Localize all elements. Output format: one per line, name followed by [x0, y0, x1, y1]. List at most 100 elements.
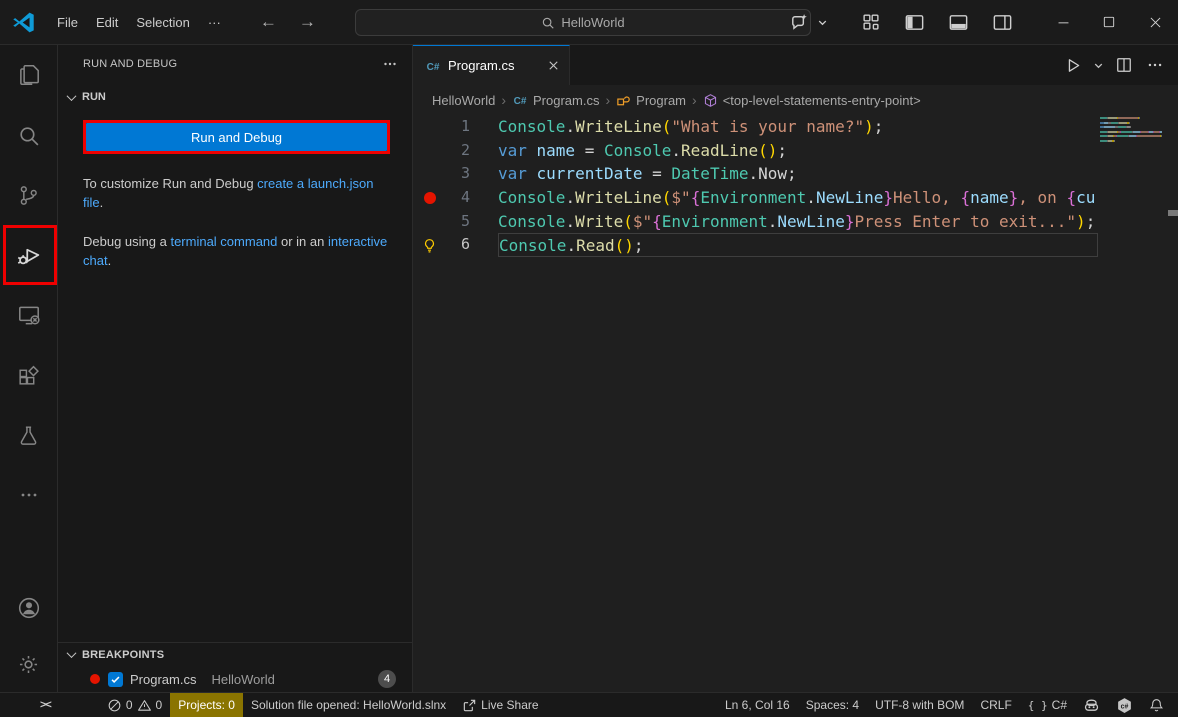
status-problems[interactable]: 00: [99, 693, 170, 717]
code-editor[interactable]: 1Console.WriteLine("What is your name?")…: [413, 115, 1098, 692]
code-token: (: [662, 117, 672, 136]
breakpoint-list-item[interactable]: Program.cs HelloWorld 4: [58, 666, 412, 692]
run-section-header[interactable]: RUN: [58, 85, 412, 109]
chevron-down-icon[interactable]: [1091, 58, 1106, 73]
code-text[interactable]: var currentDate = DateTime.Now;: [498, 162, 1098, 186]
gutter-glyph[interactable]: [413, 139, 446, 163]
code-token: (: [623, 212, 633, 231]
svg-text:c#: c#: [1121, 703, 1129, 710]
status-projects[interactable]: Projects: 0: [170, 693, 243, 717]
breakpoints-header[interactable]: BREAKPOINTS: [58, 643, 412, 666]
run-and-debug-button[interactable]: Run and Debug: [86, 123, 387, 151]
code-token: Console: [498, 212, 565, 231]
menu-selection[interactable]: Selection: [127, 10, 198, 35]
source-control-icon: [16, 183, 41, 208]
help-text: .: [108, 253, 112, 268]
code-token: WriteLine: [575, 188, 662, 207]
status-live-share[interactable]: Live Share: [454, 693, 546, 717]
tab-close-icon[interactable]: [546, 58, 561, 73]
activity-item-run-and-debug[interactable]: [0, 225, 57, 285]
gutter-glyph[interactable]: [413, 210, 446, 234]
run-section-label: RUN: [82, 91, 106, 103]
activity-item-accounts[interactable]: [0, 580, 57, 636]
status-solution-message[interactable]: Solution file opened: HelloWorld.slnx: [243, 693, 454, 717]
breadcrumb-item[interactable]: HelloWorld: [432, 93, 495, 108]
tab-program-cs[interactable]: C# Program.cs: [413, 45, 570, 85]
gutter-glyph[interactable]: [413, 162, 446, 186]
lightbulb-icon[interactable]: [422, 238, 437, 253]
help-paragraph-2: Debug using a terminal command or in an …: [83, 232, 388, 270]
gutter-glyph[interactable]: [413, 233, 446, 257]
csharp-file-icon: C#: [512, 92, 528, 108]
code-line: 6Console.Read();: [413, 233, 1098, 257]
breadcrumb-item[interactable]: Program: [616, 93, 686, 108]
run-and-debug-sidebar: RUN AND DEBUG RUN Run and Debug To custo…: [58, 45, 413, 692]
activity-item-remote-explorer[interactable]: [0, 285, 57, 345]
customize-layout-icon[interactable]: [856, 7, 886, 38]
minimap-line: [1100, 135, 1168, 137]
menu-edit[interactable]: Edit: [87, 10, 127, 35]
window-close-button[interactable]: [1132, 0, 1178, 44]
status-language-mode[interactable]: { }C#: [1020, 693, 1075, 717]
breakpoint-count-badge: 4: [378, 670, 396, 688]
gutter-glyph[interactable]: [413, 115, 446, 139]
activity-item-testing[interactable]: [0, 405, 57, 465]
activity-item-more-views[interactable]: [0, 465, 57, 525]
code-text[interactable]: Console.Write($"{Environment.NewLine}Pre…: [498, 210, 1098, 234]
breakpoint-icon[interactable]: [424, 192, 436, 204]
scrollbar[interactable]: [1168, 115, 1178, 692]
activity-item-explorer[interactable]: [0, 45, 57, 105]
more-actions-icon[interactable]: [1142, 52, 1168, 78]
code-text[interactable]: Console.WriteLine("What is your name?");: [498, 115, 1098, 139]
status-eol[interactable]: CRLF: [972, 693, 1019, 717]
toggle-panel-icon[interactable]: [943, 7, 974, 38]
split-editor-icon[interactable]: [1110, 51, 1138, 79]
activity-item-source-control[interactable]: [0, 165, 57, 225]
status-text: Ln 6, Col 16: [725, 698, 790, 712]
activity-bar: [0, 45, 58, 692]
code-token: (: [662, 188, 672, 207]
status-csharp-extension[interactable]: c#: [1108, 693, 1141, 717]
code-text[interactable]: Console.WriteLine($"{Environment.NewLine…: [498, 186, 1098, 210]
status-remote[interactable]: ><: [32, 693, 59, 717]
more-menu-button[interactable]: ···: [199, 10, 230, 35]
breadcrumb-item[interactable]: <top-level-statements-entry-point>: [703, 93, 921, 108]
gutter-glyph[interactable]: [413, 186, 446, 210]
help-link[interactable]: terminal command: [170, 234, 277, 249]
status-encoding[interactable]: UTF-8 with BOM: [867, 693, 972, 717]
toggle-secondary-sidebar-icon[interactable]: [987, 7, 1018, 38]
menu-file[interactable]: File: [48, 10, 87, 35]
code-token: , on: [1018, 188, 1066, 207]
status-notifications[interactable]: [1141, 693, 1172, 717]
copilot-button[interactable]: [784, 7, 830, 38]
window-minimize-button[interactable]: [1040, 0, 1086, 44]
window-maximize-button[interactable]: [1086, 0, 1132, 44]
code-token: WriteLine: [575, 117, 662, 136]
code-token: Environment: [700, 188, 806, 207]
run-or-debug-button[interactable]: [1058, 51, 1087, 80]
code-text[interactable]: var name = Console.ReadLine();: [498, 139, 1098, 163]
line-number: 5: [446, 210, 470, 234]
status-cursor-position[interactable]: Ln 6, Col 16: [717, 693, 798, 717]
error-icon: [107, 698, 122, 713]
activity-item-settings[interactable]: [0, 636, 57, 692]
title-bar: FileEditSelection ··· ← → HelloWorld: [0, 0, 1178, 45]
code-token: {: [960, 188, 970, 207]
breakpoint-checkbox[interactable]: [108, 672, 123, 687]
minimap[interactable]: [1098, 115, 1168, 692]
code-text[interactable]: Console.Read();: [498, 233, 1098, 257]
breadcrumb-item[interactable]: C#Program.cs: [512, 92, 599, 108]
tab-bar: C# Program.cs: [413, 45, 1178, 85]
toggle-primary-sidebar-icon[interactable]: [899, 7, 930, 38]
activity-item-extensions[interactable]: [0, 345, 57, 405]
code-token: Console: [498, 188, 565, 207]
status-indentation[interactable]: Spaces: 4: [798, 693, 867, 717]
code-token: =: [575, 141, 604, 160]
forward-arrow-icon[interactable]: →: [299, 12, 316, 32]
status-copilot-status[interactable]: [1075, 693, 1108, 717]
command-center-search[interactable]: HelloWorld: [355, 9, 811, 36]
activity-item-search[interactable]: [0, 105, 57, 165]
code-token: NewLine: [777, 212, 844, 231]
view-more-actions-icon[interactable]: [382, 56, 398, 72]
back-arrow-icon[interactable]: ←: [260, 12, 277, 32]
